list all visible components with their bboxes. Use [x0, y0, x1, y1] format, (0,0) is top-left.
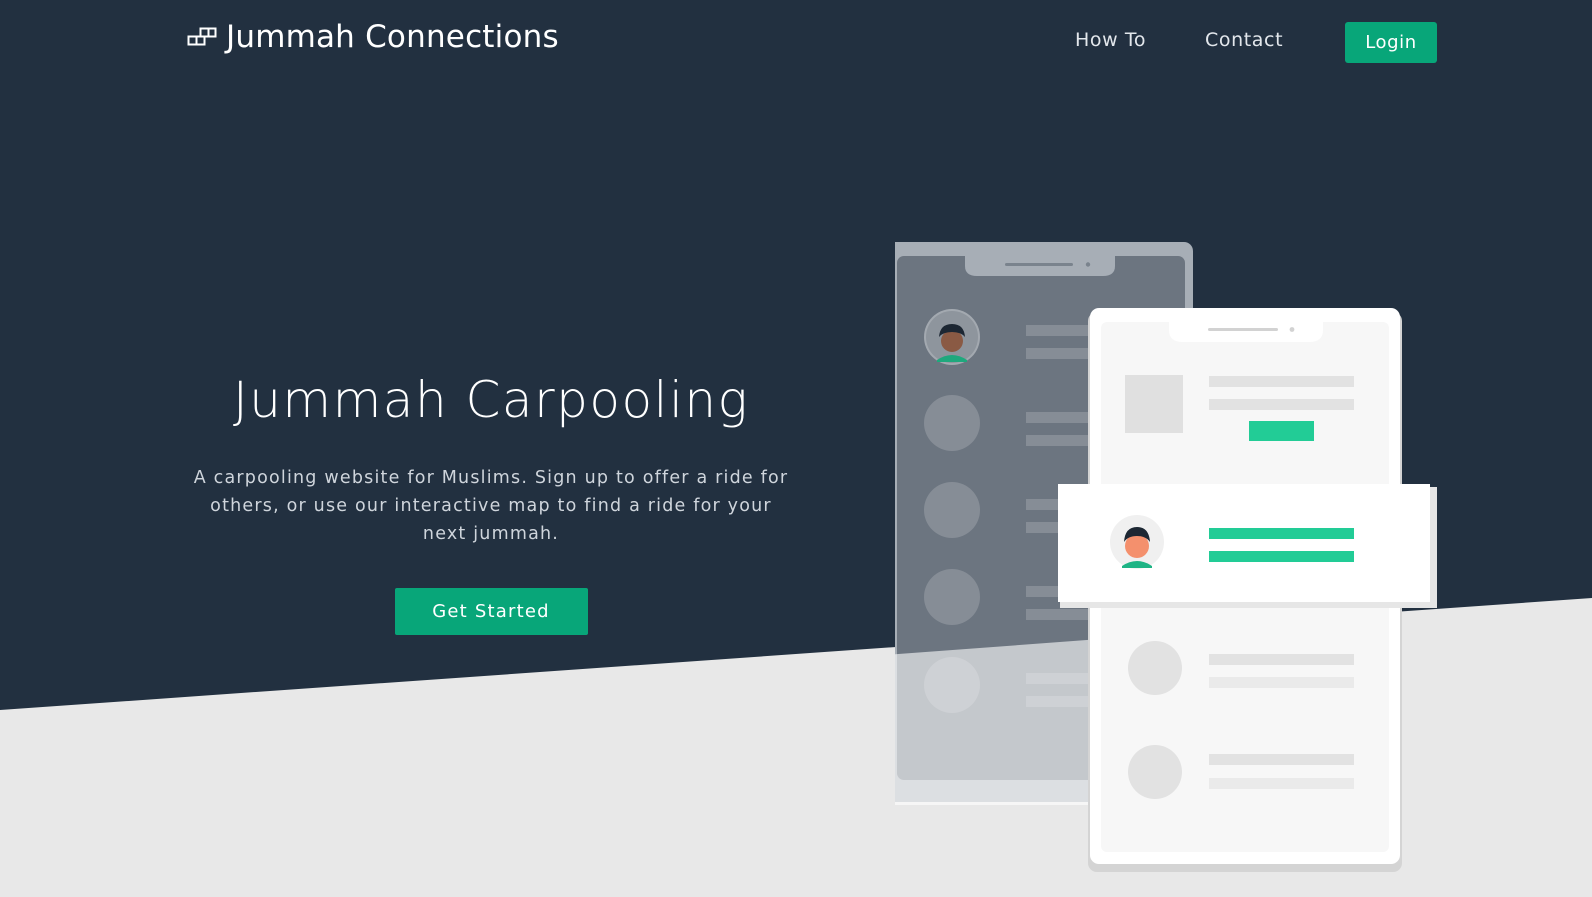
- get-started-button[interactable]: Get Started: [394, 588, 588, 635]
- login-button[interactable]: Login: [1345, 22, 1437, 63]
- brand-logo-link[interactable]: Jummah Connections: [187, 19, 559, 55]
- nav-link-how-to[interactable]: How To: [1075, 29, 1146, 51]
- hero-subtitle: A carpooling website for Muslims. Sign u…: [193, 468, 789, 544]
- highlighted-ride-card: [1058, 484, 1437, 608]
- phone-ride-list-illustration: [895, 240, 1440, 880]
- nav-link-contact[interactable]: Contact: [1205, 29, 1283, 51]
- hero-title: Jummah Carpooling: [232, 371, 750, 429]
- top-navbar: Jummah Connections How To Contact Login: [0, 0, 1592, 84]
- hero-section: Jummah Carpooling A carpooling website f…: [180, 370, 802, 635]
- squares-logo-icon: [187, 27, 217, 46]
- brand-name: Jummah Connections: [226, 19, 559, 55]
